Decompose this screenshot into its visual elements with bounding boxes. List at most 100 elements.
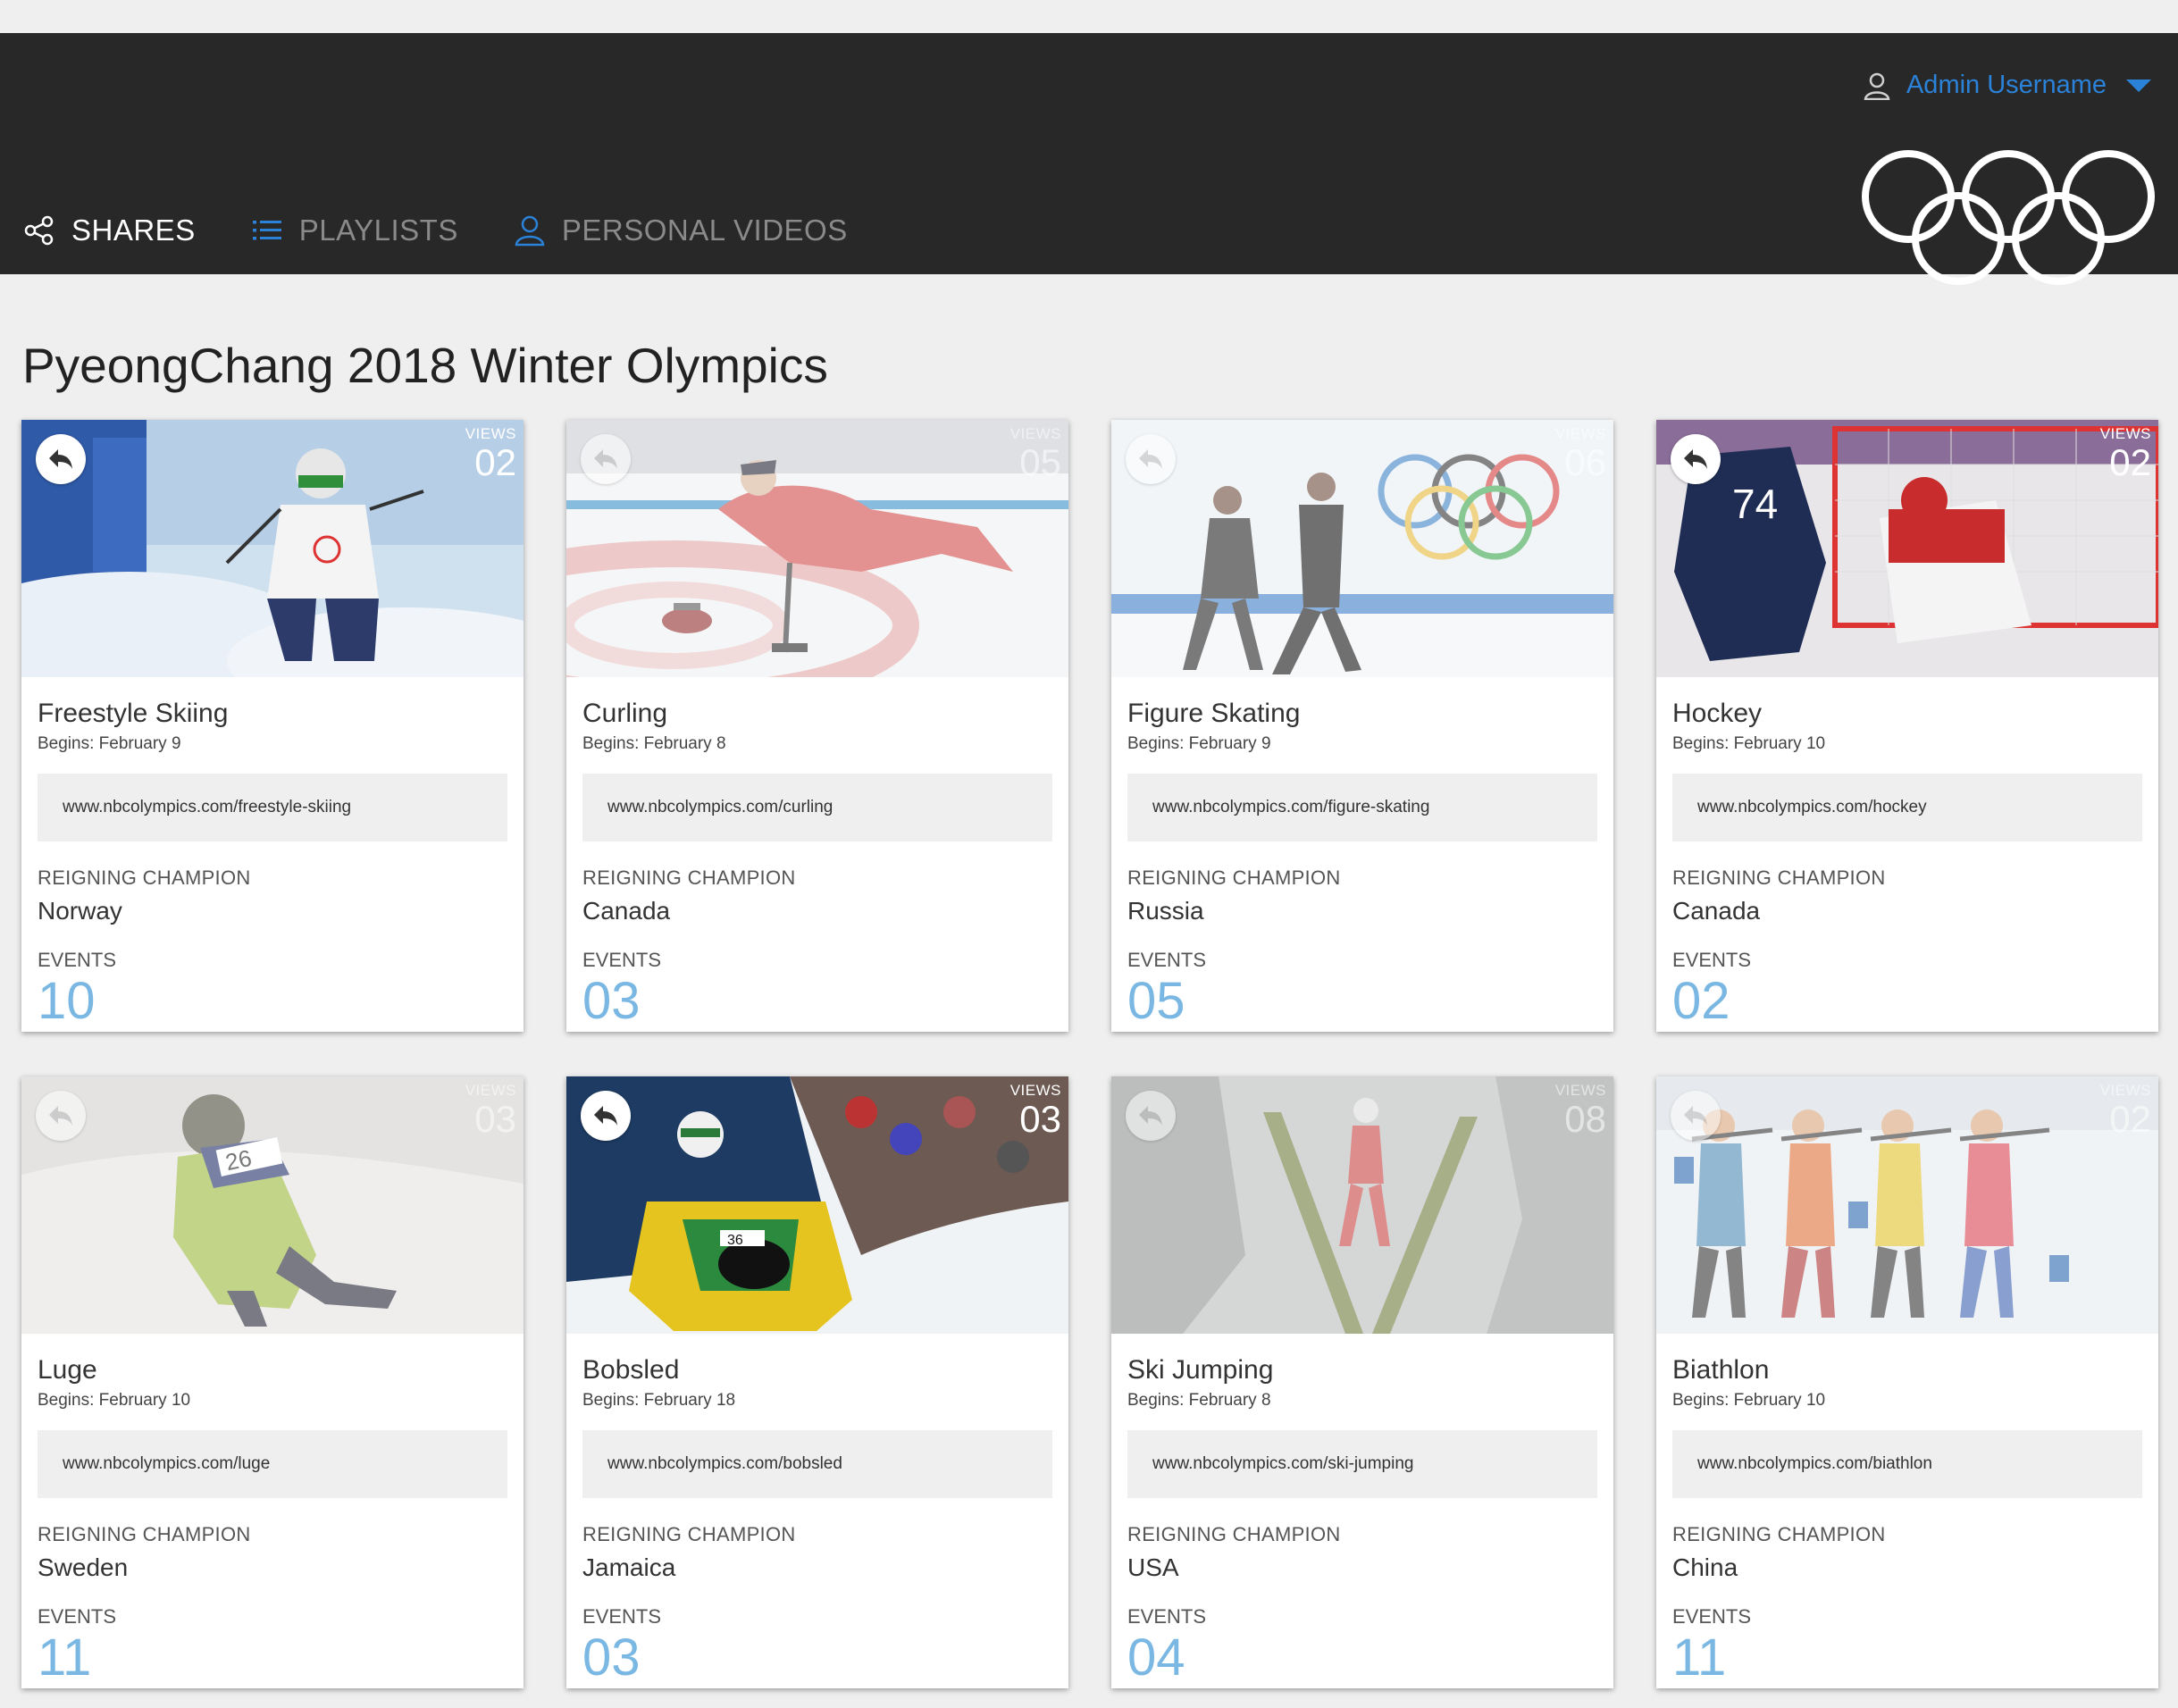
tab-personal-videos-label: PERSONAL VIDEOS [561,214,848,247]
share-button[interactable] [1671,434,1721,484]
views-label: VIEWS [1554,425,1606,442]
share-button[interactable] [36,1091,86,1141]
share-button[interactable] [36,434,86,484]
freestyle-skiing-photo [21,420,524,677]
events-count: 05 [1127,972,1185,1030]
events-count: 11 [1672,1628,1727,1687]
thumbnail-overlay [1111,1076,1613,1334]
share-url-field[interactable]: www.nbcolympics.com/hockey [1672,774,2142,841]
tab-shares[interactable]: SHARES [23,214,196,247]
tab-playlists[interactable]: PLAYLISTS [251,214,458,247]
champion-label: REIGNING CHAMPION [38,1523,251,1545]
champion-value: Sweden [38,1553,129,1581]
bobsled-photo: 36 [566,1076,1068,1334]
share-card[interactable]: VIEWS 02 Biathlon Begins: February 10 ww… [1656,1076,2158,1688]
thumbnail-overlay [566,420,1068,677]
views-label: VIEWS [1009,1082,1061,1099]
share-icon [24,215,54,246]
views-count: 02 [474,441,516,483]
share-button[interactable] [1126,434,1176,484]
share-card[interactable]: VIEWS 05 Curling Begins: February 8 www.… [566,420,1068,1032]
app-header: Admin Username SHARES PLAYLISTS PERSONAL… [0,33,2178,285]
share-card[interactable]: 36 VIEWS 03 Bobsled Begins: February 18 … [566,1076,1068,1688]
thumbnail-overlay [1656,1076,2158,1334]
username[interactable]: Admin Username [1906,71,2107,100]
sport-name: Hockey [1672,699,1763,728]
share-card[interactable]: VIEWS 02 Freestyle Skiing Begins: Februa… [21,420,524,1032]
share-button[interactable] [1671,1091,1721,1141]
champion-value: China [1672,1553,1738,1581]
events-label: EVENTS [1127,949,1207,971]
user-menu[interactable]: Admin Username [1864,71,2151,100]
champion-label: REIGNING CHAMPION [1127,867,1341,889]
views-count: 05 [1019,441,1061,483]
sport-name: Biathlon [1672,1355,1770,1385]
begin-date: Begins: February 10 [38,1391,191,1410]
share-url-field[interactable]: www.nbcolympics.com/bobsled [582,1430,1052,1498]
chevron-down-icon[interactable] [2126,79,2151,92]
thumbnail-overlay [1111,420,1613,677]
share-button[interactable] [581,434,631,484]
champion-value: Canada [1672,897,1761,925]
share-card[interactable]: VIEWS 06 Figure Skating Begins: February… [1111,420,1613,1032]
views-count: 06 [1564,441,1606,483]
events-count: 03 [582,1628,641,1687]
views-label: VIEWS [1009,425,1061,442]
champion-label: REIGNING CHAMPION [582,867,796,889]
share-card[interactable]: VIEWS 08 Ski Jumping Begins: February 8 … [1111,1076,1613,1688]
share-url-field[interactable]: www.nbcolympics.com/ski-jumping [1127,1430,1597,1498]
events-count: 04 [1127,1628,1185,1687]
sport-name: Curling [582,699,668,728]
reply-arrow-icon [1684,449,1707,469]
sport-name: Freestyle Skiing [38,699,229,728]
sport-name: Bobsled [582,1355,680,1385]
card-thumbnail[interactable]: VIEWS 08 [1111,1076,1613,1334]
views-label: VIEWS [2099,1082,2151,1099]
events-count: 10 [38,972,96,1030]
card-thumbnail[interactable]: VIEWS 06 [1111,420,1613,677]
sport-name: Figure Skating [1127,699,1301,728]
share-url-field[interactable]: www.nbcolympics.com/freestyle-skiing [38,774,507,841]
share-card[interactable]: 74 VIEWS 02 Hockey Begins: February 10 w… [1656,420,2158,1032]
page-title: PyeongChang 2018 Winter Olympics [22,337,828,393]
champion-value: Canada [582,897,671,925]
champion-value: Russia [1127,897,1204,925]
share-url-field[interactable]: www.nbcolympics.com/biathlon [1672,1430,2142,1498]
views-count: 02 [2109,1098,2151,1140]
champion-label: REIGNING CHAMPION [582,1523,796,1545]
sport-name: Ski Jumping [1127,1355,1274,1385]
views-count: 02 [2109,441,2151,483]
begin-date: Begins: February 8 [582,734,726,753]
views-label: VIEWS [465,425,516,442]
champion-value: Norway [38,897,122,925]
events-count: 02 [1672,972,1730,1030]
champion-label: REIGNING CHAMPION [38,867,251,889]
svg-text:74: 74 [1732,481,1778,527]
sport-name: Luge [38,1355,97,1385]
user-icon [1864,72,1890,100]
card-thumbnail[interactable]: 36 VIEWS 03 [566,1076,1068,1334]
begin-date: Begins: February 10 [1672,1391,1826,1410]
card-thumbnail[interactable]: 74 VIEWS 02 [1656,420,2158,677]
tab-shares-label: SHARES [71,214,196,247]
share-button[interactable] [1126,1091,1176,1141]
share-card[interactable]: 26 VIEWS 03 Luge Begins: February 10 www… [21,1076,524,1688]
card-thumbnail[interactable]: 26 VIEWS 03 [21,1076,524,1334]
card-thumbnail[interactable]: VIEWS 02 [1656,1076,2158,1334]
views-label: VIEWS [1554,1082,1606,1099]
card-thumbnail[interactable]: VIEWS 02 [21,420,524,677]
card-thumbnail[interactable]: VIEWS 05 [566,420,1068,677]
share-url-field[interactable]: www.nbcolympics.com/curling [582,774,1052,841]
reply-arrow-icon [1139,1106,1162,1126]
reply-arrow-icon [594,449,617,469]
reply-arrow-icon [49,449,72,469]
share-url-field[interactable]: www.nbcolympics.com/luge [38,1430,507,1498]
champion-label: REIGNING CHAMPION [1127,1523,1341,1545]
share-button[interactable] [581,1091,631,1141]
thumbnail-overlay [21,1076,524,1334]
tab-personal-videos[interactable]: PERSONAL VIDEOS [514,214,848,247]
share-url-field[interactable]: www.nbcolympics.com/figure-skating [1127,774,1597,841]
champion-value: USA [1127,1553,1179,1581]
events-label: EVENTS [582,949,662,971]
reply-arrow-icon [594,1106,617,1126]
